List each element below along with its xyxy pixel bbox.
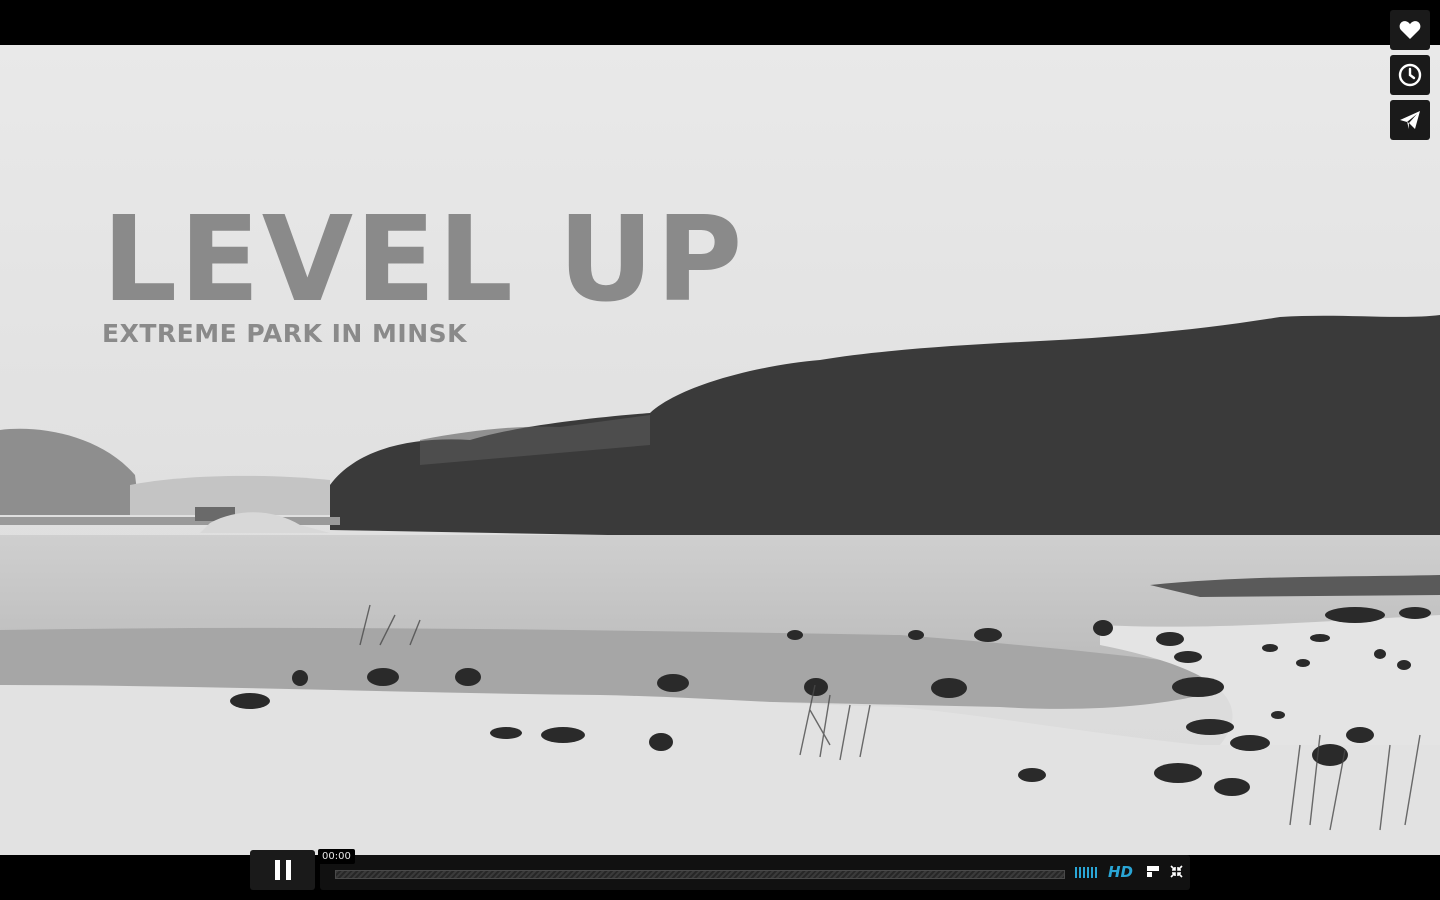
popout-icon[interactable]: [1146, 865, 1160, 878]
heart-icon: [1399, 21, 1421, 39]
video-scene: [0, 45, 1440, 855]
progress-bar[interactable]: [335, 870, 1065, 879]
volume-bar: [1095, 867, 1097, 878]
volume-bar: [1079, 867, 1081, 878]
current-time: 00:00: [318, 849, 355, 864]
volume-icon: [1075, 867, 1077, 878]
side-action-bar: [1390, 10, 1430, 145]
volume-control[interactable]: [1075, 867, 1097, 878]
volume-bar: [1083, 867, 1085, 878]
share-button[interactable]: [1390, 100, 1430, 140]
clock-icon: [1398, 63, 1422, 87]
video-subtitle: EXTREME PARK IN MINSK: [102, 319, 468, 348]
video-title: LEVEL UP: [102, 190, 745, 328]
volume-bar: [1087, 867, 1089, 878]
player-controls: HD 00:00: [250, 849, 1190, 890]
control-bar: HD: [320, 855, 1190, 890]
fullscreen-exit-icon[interactable]: [1170, 865, 1183, 878]
paper-plane-icon: [1400, 111, 1420, 129]
hd-toggle[interactable]: HD: [1108, 863, 1133, 881]
pause-button[interactable]: [250, 850, 315, 890]
like-button[interactable]: [1390, 10, 1430, 50]
watch-later-button[interactable]: [1390, 55, 1430, 95]
volume-bar: [1091, 867, 1093, 878]
video-frame[interactable]: LEVEL UP EXTREME PARK IN MINSK: [0, 45, 1440, 855]
video-player: LEVEL UP EXTREME PARK IN MINSK HD 00:00: [0, 0, 1440, 900]
pause-icon: [274, 860, 291, 880]
